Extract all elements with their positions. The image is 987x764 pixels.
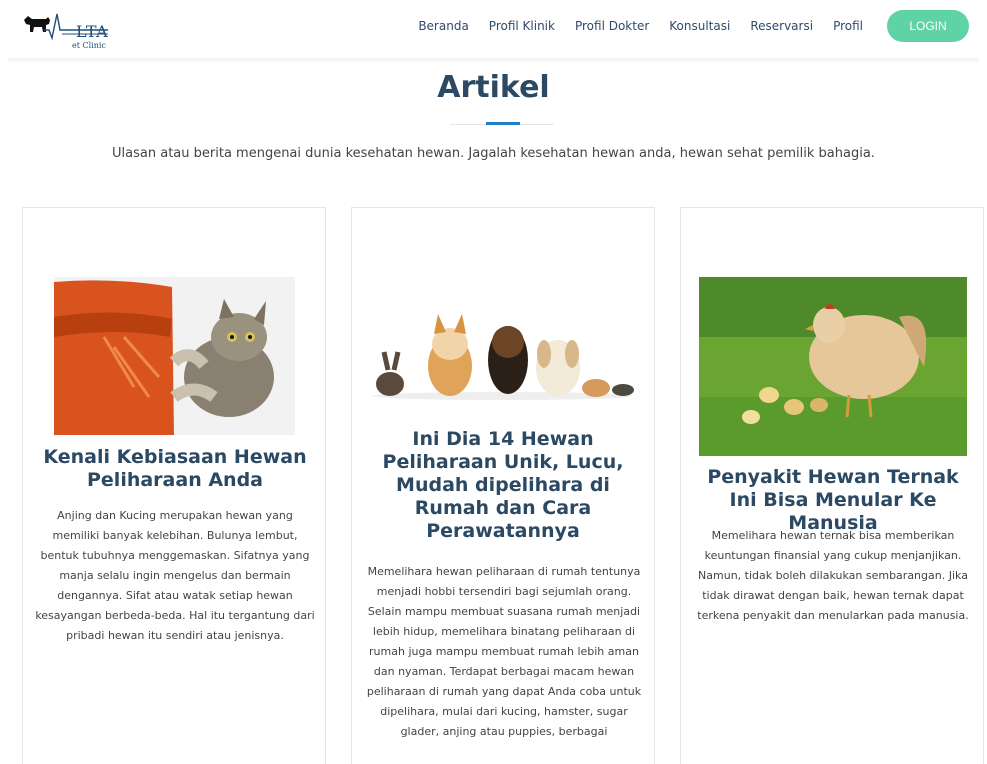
hen-with-chicks-image[interactable] [699,277,967,456]
article-excerpt: Anjing dan Kucing merupakan hewan yang m… [35,509,315,642]
pets-group-image[interactable] [368,304,636,402]
article-card[interactable]: Kenali Kebiasaan Hewan Peliharaan Anda A… [22,207,326,764]
site-logo[interactable]: LTA et Clinic [22,10,112,50]
nav-item-reservarsi[interactable]: Reservarsi [750,19,813,33]
site-header: LTA et Clinic Beranda Profil Klinik Prof… [0,0,987,60]
nav-item-konsultasi[interactable]: Konsultasi [669,19,730,33]
login-button[interactable]: LOGIN [887,10,969,42]
section-description: Ulasan atau berita mengenai dunia keseha… [112,146,875,161]
article-excerpt: Memelihara hewan ternak bisa memberikan … [697,529,969,622]
nav-item-beranda[interactable]: Beranda [418,19,468,33]
article-title[interactable]: Ini Dia 14 Hewan Peliharaan Unik, Lucu, … [368,428,638,543]
article-title[interactable]: Penyakit Hewan Ternak Ini Bisa Menular K… [693,466,973,535]
article-excerpt: Memelihara hewan peliharaan di rumah ten… [366,565,642,738]
logo-text: LTA [76,22,109,41]
section-title: Artikel [437,70,550,105]
nav-item-profil-dokter[interactable]: Profil Dokter [575,19,649,33]
cat-scratching-sofa-image[interactable] [54,277,295,435]
main-nav: Beranda Profil Klinik Profil Dokter Kons… [398,10,969,42]
nav-item-profil-klinik[interactable]: Profil Klinik [489,19,555,33]
header-divider [8,58,979,64]
nav-item-profil[interactable]: Profil [833,19,863,33]
logo-subtext: et Clinic [72,41,106,50]
title-accent-bar [486,122,520,125]
article-card[interactable]: Penyakit Hewan Ternak Ini Bisa Menular K… [680,207,984,764]
article-title[interactable]: Kenali Kebiasaan Hewan Peliharaan Anda [37,446,313,492]
article-card[interactable]: Ini Dia 14 Hewan Peliharaan Unik, Lucu, … [351,207,655,764]
